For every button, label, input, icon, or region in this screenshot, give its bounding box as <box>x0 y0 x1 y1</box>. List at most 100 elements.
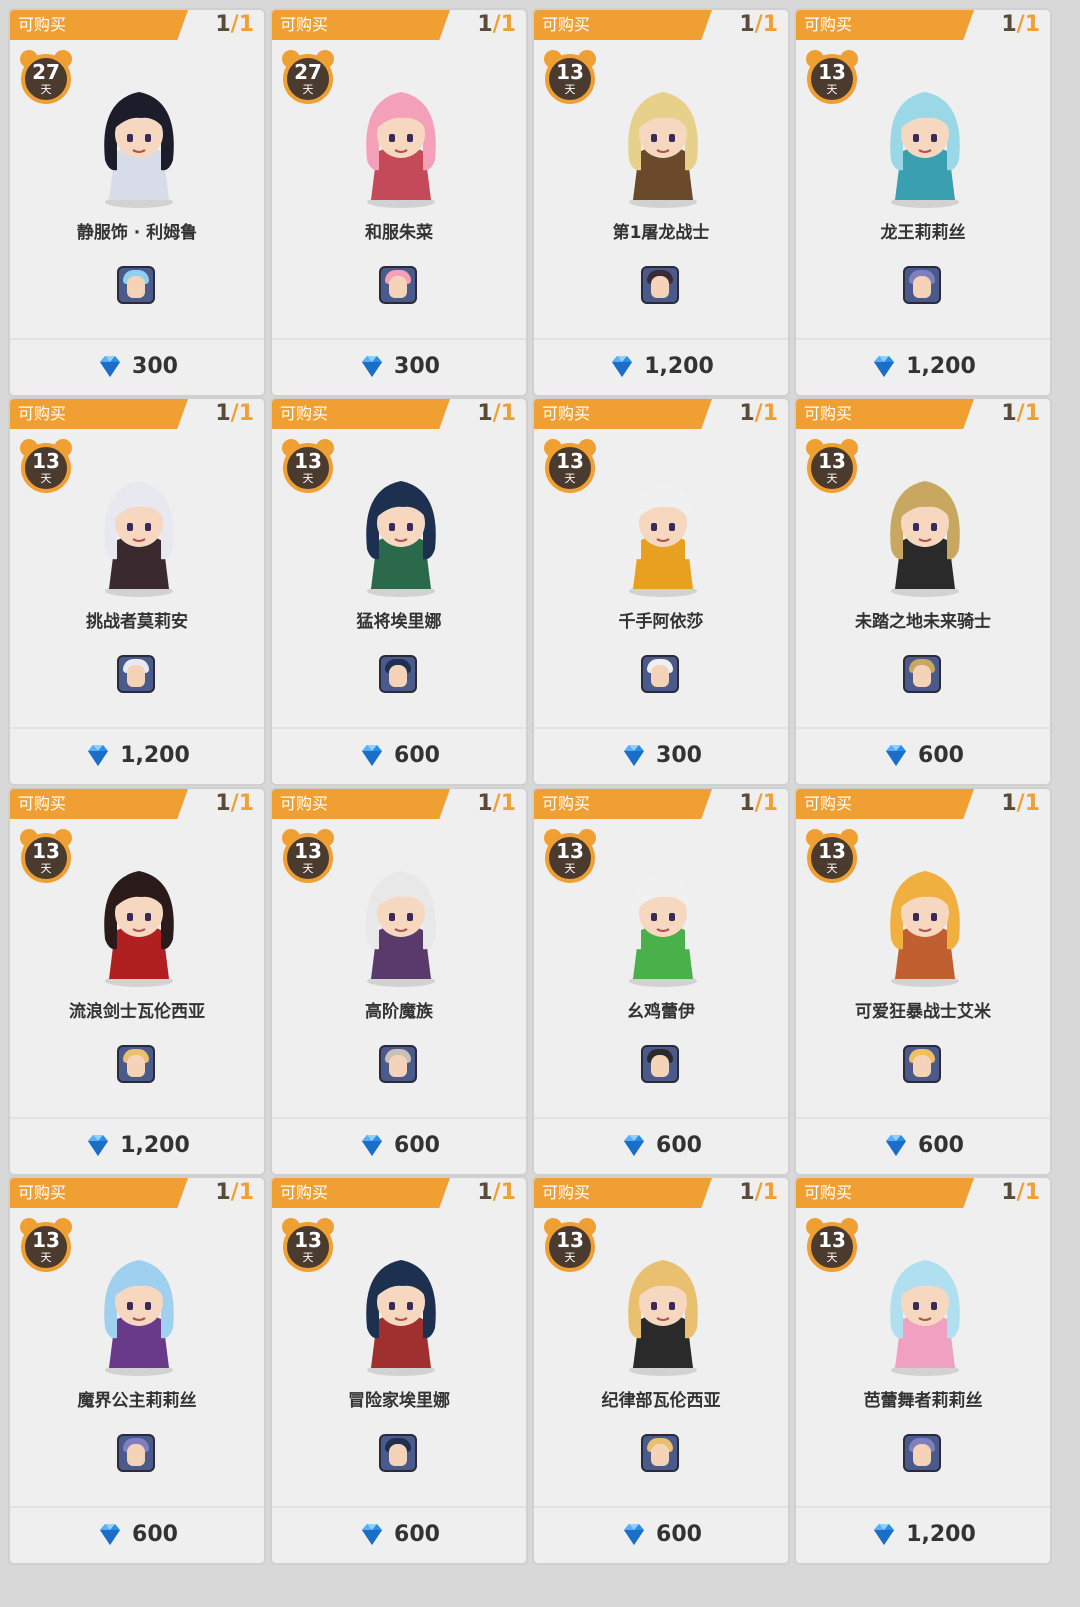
days-remaining: 13 <box>818 1228 846 1252</box>
days-unit: 天 <box>40 472 52 485</box>
alarm-clock-icon: 13 天 <box>280 437 336 497</box>
shop-item-card[interactable]: 可购买 1/1 13 天 魔界公主莉莉丝 600 <box>8 1176 266 1565</box>
price-value: 300 <box>656 742 702 768</box>
character-avatar-icon <box>117 1434 155 1472</box>
days-remaining: 13 <box>818 839 846 863</box>
purchase-count: 1 <box>739 1180 755 1205</box>
character-avatar-icon <box>117 655 155 693</box>
character-portrait <box>890 1260 960 1376</box>
price-button[interactable]: 600 <box>272 1512 526 1556</box>
price-button[interactable]: 1,200 <box>10 733 264 777</box>
item-name: 芭蕾舞者莉莉丝 <box>863 1391 983 1411</box>
days-unit: 天 <box>40 862 52 875</box>
price-button[interactable]: 600 <box>796 1123 1050 1167</box>
shop-item-card[interactable]: 可购买 1/1 13 天 幺鸡蕾伊 600 <box>532 787 790 1176</box>
price-button[interactable]: 600 <box>534 1123 788 1167</box>
purchase-limit: 1/1 <box>215 12 254 37</box>
shop-item-card[interactable]: 可购买 1/1 13 天 芭蕾舞者莉莉丝 1,200 <box>794 1176 1052 1565</box>
character-portrait <box>366 1260 436 1376</box>
purchase-limit: 1/1 <box>477 1180 516 1205</box>
character-portrait <box>890 92 960 208</box>
purchase-limit: 1/1 <box>215 791 254 816</box>
price-value: 600 <box>918 1132 964 1158</box>
shop-item-card[interactable]: 可购买 1/1 13 天 第1屠龙战士 1,200 <box>532 8 790 397</box>
alarm-clock-icon: 13 天 <box>542 48 598 108</box>
days-unit: 天 <box>564 83 576 96</box>
shop-item-card[interactable]: 可购买 1/1 13 天 挑战者莫莉安 1,200 <box>8 397 266 786</box>
item-name: 龙王莉莉丝 <box>880 223 966 243</box>
purchase-max: 1 <box>238 401 254 426</box>
purchasable-badge: 可购买 <box>272 1178 450 1208</box>
purchasable-badge: 可购买 <box>796 399 974 429</box>
item-name: 千手阿依莎 <box>618 612 704 632</box>
character-portrait <box>104 92 174 208</box>
alarm-clock-icon: 13 天 <box>804 1216 860 1276</box>
price-button[interactable]: 600 <box>272 1123 526 1167</box>
character-avatar-icon <box>903 266 941 304</box>
price-button[interactable]: 600 <box>534 1512 788 1556</box>
days-unit: 天 <box>564 862 576 875</box>
price-value: 300 <box>394 353 440 379</box>
price-button[interactable]: 1,200 <box>10 1123 264 1167</box>
diamond-gem-icon <box>612 356 633 377</box>
shop-item-card[interactable]: 可购买 1/1 27 天 和服朱菜 300 <box>270 8 528 397</box>
price-button[interactable]: 1,200 <box>534 344 788 388</box>
shop-item-card[interactable]: 可购买 1/1 13 天 纪律部瓦伦西亚 600 <box>532 1176 790 1565</box>
price-button[interactable]: 600 <box>796 733 1050 777</box>
shop-item-card[interactable]: 可购买 1/1 13 天 高阶魔族 600 <box>270 787 528 1176</box>
price-button[interactable]: 300 <box>272 344 526 388</box>
price-button[interactable]: 1,200 <box>796 344 1050 388</box>
days-remaining: 27 <box>32 60 60 84</box>
shop-item-card[interactable]: 可购买 1/1 13 天 龙王莉莉丝 1,200 <box>794 8 1052 397</box>
price-button[interactable]: 1,200 <box>796 1512 1050 1556</box>
purchasable-badge: 可购买 <box>272 10 450 40</box>
purchase-limit: 1/1 <box>215 401 254 426</box>
shop-item-card[interactable]: 可购买 1/1 13 天 千手阿依莎 300 <box>532 397 790 786</box>
alarm-clock-icon: 13 天 <box>804 437 860 497</box>
alarm-clock-icon: 13 天 <box>542 437 598 497</box>
purchase-max: 1 <box>762 401 778 426</box>
alarm-clock-icon: 13 天 <box>542 827 598 887</box>
item-name: 纪律部瓦伦西亚 <box>601 1391 721 1411</box>
divider <box>10 1506 264 1508</box>
alarm-clock-icon: 13 天 <box>280 1216 336 1276</box>
diamond-gem-icon <box>362 745 383 766</box>
character-avatar-icon <box>903 1045 941 1083</box>
character-avatar-icon <box>903 1434 941 1472</box>
shop-item-card[interactable]: 可购买 1/1 13 天 可爱狂暴战士艾米 600 <box>794 787 1052 1176</box>
purchase-limit: 1/1 <box>739 791 778 816</box>
alarm-clock-icon: 13 天 <box>18 1216 74 1276</box>
purchase-limit: 1/1 <box>477 401 516 426</box>
days-remaining: 13 <box>556 60 584 84</box>
character-portrait <box>890 481 960 597</box>
shop-item-card[interactable]: 可购买 1/1 27 天 静服饰 · 利姆鲁 300 <box>8 8 266 397</box>
alarm-clock-icon: 13 天 <box>18 437 74 497</box>
price-button[interactable]: 300 <box>10 344 264 388</box>
character-portrait <box>366 871 436 987</box>
days-remaining: 13 <box>556 449 584 473</box>
shop-item-card[interactable]: 可购买 1/1 13 天 冒险家埃里娜 600 <box>270 1176 528 1565</box>
price-button[interactable]: 600 <box>10 1512 264 1556</box>
divider <box>10 727 264 729</box>
purchase-count: 1 <box>477 12 493 37</box>
price-button[interactable]: 300 <box>534 733 788 777</box>
price-button[interactable]: 600 <box>272 733 526 777</box>
purchase-limit: 1/1 <box>739 1180 778 1205</box>
character-portrait <box>104 1260 174 1376</box>
purchasable-badge: 可购买 <box>534 789 712 819</box>
purchase-limit: 1/1 <box>1001 1180 1040 1205</box>
alarm-clock-icon: 13 天 <box>804 48 860 108</box>
purchase-count: 1 <box>739 791 755 816</box>
character-avatar-icon <box>117 1045 155 1083</box>
divider <box>796 727 1050 729</box>
shop-item-card[interactable]: 可购买 1/1 13 天 猛将埃里娜 600 <box>270 397 528 786</box>
price-value: 600 <box>394 1521 440 1547</box>
item-name: 和服朱菜 <box>365 223 433 243</box>
shop-item-card[interactable]: 可购买 1/1 13 天 流浪剑士瓦伦西亚 1,200 <box>8 787 266 1176</box>
divider <box>534 1117 788 1119</box>
divider <box>272 338 526 340</box>
divider <box>796 1506 1050 1508</box>
purchase-limit: 1/1 <box>1001 401 1040 426</box>
shop-item-card[interactable]: 可购买 1/1 13 天 未踏之地未来骑士 600 <box>794 397 1052 786</box>
days-unit: 天 <box>302 862 314 875</box>
